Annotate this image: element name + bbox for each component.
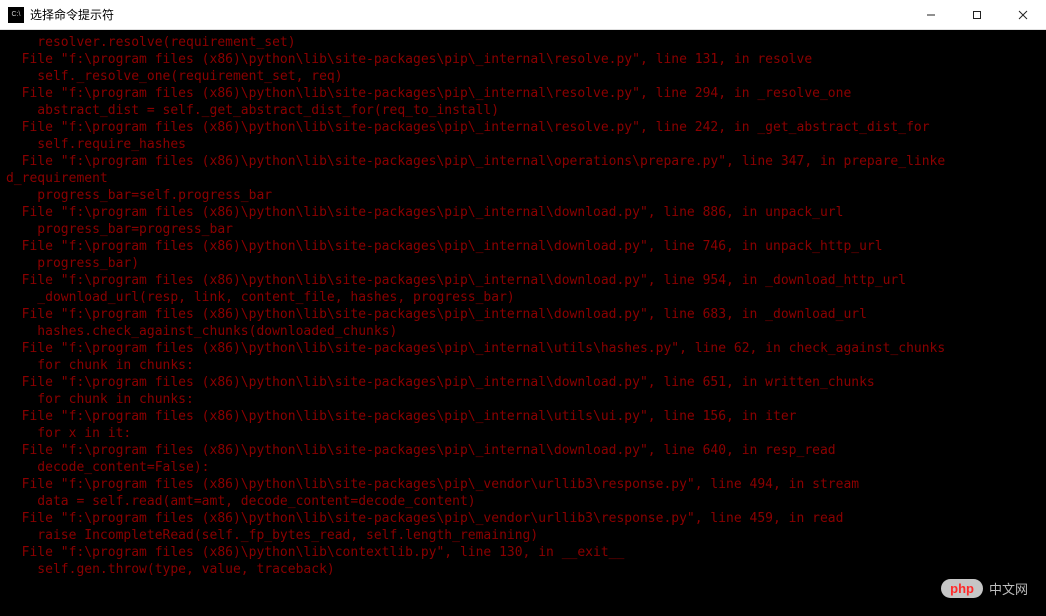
cmd-icon	[8, 7, 24, 23]
watermark-text: 中文网	[989, 579, 1028, 598]
terminal-line: for x in it:	[6, 425, 1040, 442]
terminal-line: abstract_dist = self._get_abstract_dist_…	[6, 102, 1040, 119]
terminal-line: decode_content=False):	[6, 459, 1040, 476]
terminal-line: hashes.check_against_chunks(downloaded_c…	[6, 323, 1040, 340]
window-title: 选择命令提示符	[30, 6, 114, 23]
terminal-line: data = self.read(amt=amt, decode_content…	[6, 493, 1040, 510]
titlebar: 选择命令提示符	[0, 0, 1046, 30]
terminal-line: File "f:\program files (x86)\python\lib\…	[6, 340, 1040, 357]
terminal-line: for chunk in chunks:	[6, 391, 1040, 408]
terminal-line: File "f:\program files (x86)\python\lib\…	[6, 153, 1040, 170]
terminal-line: progress_bar=self.progress_bar	[6, 187, 1040, 204]
terminal-line: _download_url(resp, link, content_file, …	[6, 289, 1040, 306]
terminal-line: File "f:\program files (x86)\python\lib\…	[6, 408, 1040, 425]
terminal-line: File "f:\program files (x86)\python\lib\…	[6, 204, 1040, 221]
terminal-line: File "f:\program files (x86)\python\lib\…	[6, 272, 1040, 289]
terminal-line: self._resolve_one(requirement_set, req)	[6, 68, 1040, 85]
terminal-line: resolver.resolve(requirement_set)	[6, 34, 1040, 51]
terminal-line: self.gen.throw(type, value, traceback)	[6, 561, 1040, 578]
maximize-button[interactable]	[954, 0, 1000, 29]
window-controls	[908, 0, 1046, 29]
close-button[interactable]	[1000, 0, 1046, 29]
terminal-line: raise IncompleteRead(self._fp_bytes_read…	[6, 527, 1040, 544]
terminal-line: File "f:\program files (x86)\python\lib\…	[6, 510, 1040, 527]
terminal-line: File "f:\program files (x86)\python\lib\…	[6, 119, 1040, 136]
terminal-line: self.require_hashes	[6, 136, 1040, 153]
terminal-line: File "f:\program files (x86)\python\lib\…	[6, 238, 1040, 255]
minimize-button[interactable]	[908, 0, 954, 29]
terminal-line: d_requirement	[6, 170, 1040, 187]
terminal-line: File "f:\program files (x86)\python\lib\…	[6, 85, 1040, 102]
terminal-line: File "f:\program files (x86)\python\lib\…	[6, 51, 1040, 68]
terminal-line: progress_bar=progress_bar	[6, 221, 1040, 238]
watermark: php 中文网	[941, 579, 1028, 598]
terminal-line: File "f:\program files (x86)\python\lib\…	[6, 476, 1040, 493]
terminal-line: for chunk in chunks:	[6, 357, 1040, 374]
terminal-line: File "f:\program files (x86)\python\lib\…	[6, 442, 1040, 459]
terminal-line: progress_bar)	[6, 255, 1040, 272]
terminal-line: File "f:\program files (x86)\python\lib\…	[6, 374, 1040, 391]
terminal-line: File "f:\program files (x86)\python\lib\…	[6, 544, 1040, 561]
watermark-brand: php	[941, 579, 983, 598]
terminal-line: File "f:\program files (x86)\python\lib\…	[6, 306, 1040, 323]
terminal-output[interactable]: resolver.resolve(requirement_set) File "…	[0, 30, 1046, 582]
